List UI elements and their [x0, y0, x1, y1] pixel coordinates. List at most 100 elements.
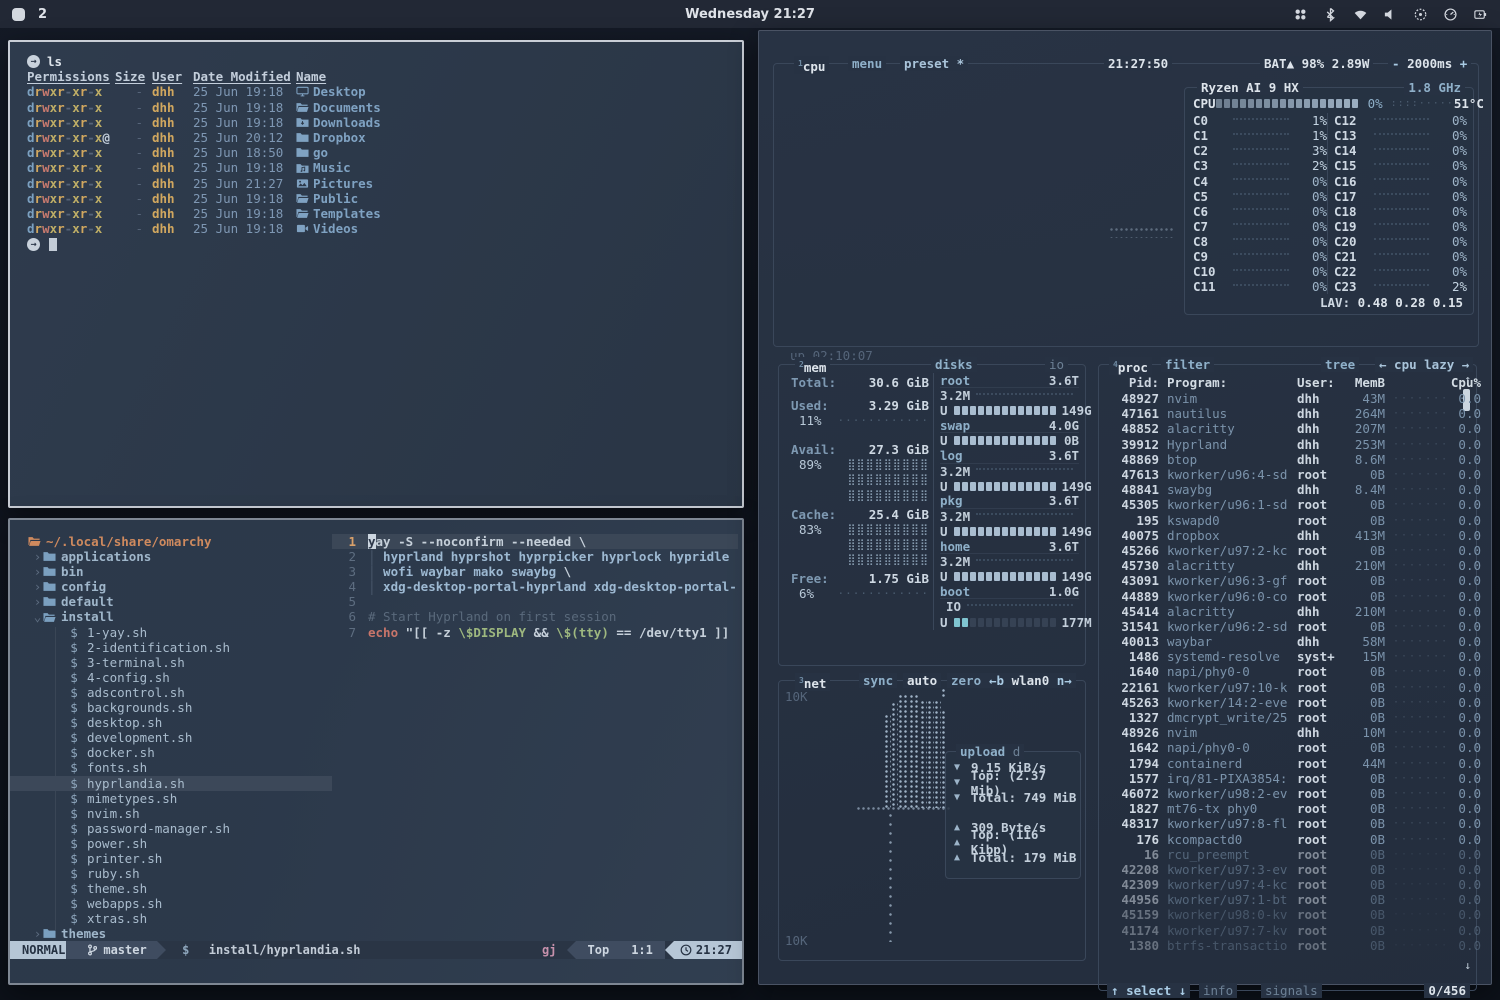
- filter-button[interactable]: filter: [1161, 357, 1214, 372]
- prev-interface-button[interactable]: ←b: [989, 673, 1004, 688]
- app-menu-icon[interactable]: [12, 8, 25, 21]
- preset-button[interactable]: preset *: [900, 56, 968, 71]
- proc-row[interactable]: 45266kworker/u97:2-kcroot0B········0.0: [1107, 543, 1452, 558]
- tree-item-fonts-sh[interactable]: $fonts.sh: [10, 760, 332, 775]
- menu-button[interactable]: menu: [848, 56, 886, 71]
- sort-selector[interactable]: ← cpu lazy →: [1375, 357, 1473, 372]
- proc-row[interactable]: 43091kworker/u96:3-gfroot0B········0.0: [1107, 573, 1452, 588]
- proc-row[interactable]: 48317kworker/u97:8-flroot0B········0.0: [1107, 816, 1452, 831]
- disks-title[interactable]: disks: [931, 357, 977, 372]
- battery-icon[interactable]: [1473, 7, 1488, 22]
- interval-minus-button[interactable]: -: [1392, 56, 1400, 71]
- proc-footer-select[interactable]: ↑ select ↓: [1107, 983, 1190, 998]
- editor-buffer[interactable]: 1yay -S --noconfirm --needed \2│ hyprlan…: [332, 534, 738, 640]
- proc-row[interactable]: 48852alacrittydhh207M········0.0: [1107, 421, 1452, 436]
- tree-item-xtras-sh[interactable]: $xtras.sh: [10, 911, 332, 926]
- net-auto-tab[interactable]: auto: [903, 673, 941, 688]
- scroll-down-arrow[interactable]: ↓: [1464, 959, 1471, 972]
- proc-row[interactable]: 48927nvimdhh43M········0.0: [1107, 391, 1452, 406]
- proc-row[interactable]: 47161nautilusdhh264M········0.0: [1107, 406, 1452, 421]
- proc-row[interactable]: 48841swaybgdhh8.4M········0.0: [1107, 482, 1452, 497]
- tree-item-hyprlandia-sh[interactable]: $hyprlandia.sh: [10, 776, 332, 791]
- tree-item-bin[interactable]: ›bin: [10, 564, 332, 579]
- proc-row[interactable]: 16rcu_preemptroot0B········0.0: [1107, 847, 1452, 862]
- wifi-icon[interactable]: [1353, 7, 1368, 22]
- net-sync-tab[interactable]: sync: [859, 673, 897, 688]
- disks-io-tab[interactable]: io: [1045, 357, 1068, 372]
- tree-item-themes[interactable]: ›themes: [10, 926, 332, 941]
- proc-row[interactable]: 46072kworker/u98:2-evroot0B········0.0: [1107, 786, 1452, 801]
- tree-item-development-sh[interactable]: $development.sh: [10, 730, 332, 745]
- volume-icon[interactable]: [1383, 7, 1398, 22]
- tree-item-backgrounds-sh[interactable]: $backgrounds.sh: [10, 700, 332, 715]
- proc-row[interactable]: 42208kworker/u97:3-evroot0B········0.0: [1107, 862, 1452, 877]
- proc-row[interactable]: 45730alacrittydhh210M········0.0: [1107, 558, 1452, 573]
- proc-footer-info[interactable]: info: [1199, 983, 1237, 998]
- tree-item-theme-sh[interactable]: $theme.sh: [10, 881, 332, 896]
- btop-window[interactable]: 1cpu menu preset * 21:27:50 BAT▲ 98% 2.8…: [758, 30, 1492, 985]
- proc-box-title[interactable]: 4proc: [1109, 357, 1152, 375]
- tree-item-applications[interactable]: ›applications: [10, 549, 332, 564]
- mem-box-title[interactable]: 2mem: [795, 357, 830, 375]
- proc-row[interactable]: 1327dmcrypt_write/25root0B········0.0: [1107, 710, 1452, 725]
- proc-row[interactable]: 1794containerdroot44M········0.0: [1107, 756, 1452, 771]
- updates-icon[interactable]: [1293, 7, 1308, 22]
- proc-row[interactable]: 45414alacrittydhh210M········0.0: [1107, 604, 1452, 619]
- tree-item-webapps-sh[interactable]: $webapps.sh: [10, 896, 332, 911]
- tree-item-1-yay-sh[interactable]: $1-yay.sh: [10, 625, 332, 640]
- tree-item-mimetypes-sh[interactable]: $mimetypes.sh: [10, 791, 332, 806]
- bluetooth-icon[interactable]: [1323, 7, 1338, 22]
- tree-item-desktop-sh[interactable]: $desktop.sh: [10, 715, 332, 730]
- proc-row[interactable]: 44956kworker/u97:1-btroot0B········0.0: [1107, 892, 1452, 907]
- proc-row[interactable]: 47613kworker/u96:4-sdroot0B········0.0: [1107, 467, 1452, 482]
- interval-plus-button[interactable]: +: [1460, 56, 1468, 71]
- proc-row[interactable]: 42309kworker/u97:4-kcroot0B········0.0: [1107, 877, 1452, 892]
- cpu-box-title[interactable]: 1cpu: [794, 56, 829, 74]
- proc-row[interactable]: 1642napi/phy0-0root0B········0.0: [1107, 740, 1452, 755]
- proc-row[interactable]: 22161kworker/u97:10-kroot0B········0.0: [1107, 680, 1452, 695]
- proc-row[interactable]: 195kswapd0root0B········0.0: [1107, 513, 1452, 528]
- tree-item--local-share-omarchy[interactable]: ~/.local/share/omarchy: [10, 534, 332, 549]
- next-interface-button[interactable]: n→: [1057, 673, 1072, 688]
- proc-row[interactable]: 48869btopdhh8.6M········0.0: [1107, 452, 1452, 467]
- prompt-line[interactable]: →: [27, 236, 728, 251]
- tree-item-printer-sh[interactable]: $printer.sh: [10, 851, 332, 866]
- tree-tab[interactable]: tree: [1321, 357, 1359, 372]
- proc-row[interactable]: 40013waybardhh58M········0.0: [1107, 634, 1452, 649]
- proc-row[interactable]: 45159kworker/u98:0-kvroot0B········0.0: [1107, 907, 1452, 922]
- proc-row[interactable]: 31541kworker/u96:2-sdroot0B········0.0: [1107, 619, 1452, 634]
- tree-item-default[interactable]: ›default: [10, 594, 332, 609]
- proc-row[interactable]: 176kcompactd0root0B········0.0: [1107, 831, 1452, 846]
- net-zero-tab[interactable]: zero: [947, 673, 985, 688]
- proc-row[interactable]: 40075dropboxdhh413M········0.0: [1107, 528, 1452, 543]
- tree-item-ruby-sh[interactable]: $ruby.sh: [10, 866, 332, 881]
- tree-item-4-config-sh[interactable]: $4-config.sh: [10, 670, 332, 685]
- proc-row[interactable]: 45263kworker/14:2-everoot0B········0.0: [1107, 695, 1452, 710]
- proc-row[interactable]: 41174kworker/u97:7-kvroot0B········0.0: [1107, 923, 1452, 938]
- proc-row[interactable]: 48926nvimdhh10M········0.0: [1107, 725, 1452, 740]
- proc-footer-signals[interactable]: signals: [1261, 983, 1322, 998]
- proc-row[interactable]: 45305kworker/u96:1-sdroot0B········0.0: [1107, 497, 1452, 512]
- tree-item-install[interactable]: ⌄install: [10, 609, 332, 624]
- proc-row[interactable]: 1827mt76-tx phy0root0B········0.0: [1107, 801, 1452, 816]
- tree-item-3-terminal-sh[interactable]: $3-terminal.sh: [10, 655, 332, 670]
- tree-item-adscontrol-sh[interactable]: $adscontrol.sh: [10, 685, 332, 700]
- tree-item-docker-sh[interactable]: $docker.sh: [10, 745, 332, 760]
- proc-row[interactable]: 1640napi/phy0-0root0B········0.0: [1107, 664, 1452, 679]
- gauge-icon[interactable]: [1443, 7, 1458, 22]
- proc-row[interactable]: 1380btrfs-transactioroot0B········0.0: [1107, 938, 1452, 953]
- tree-item-nvim-sh[interactable]: $nvim.sh: [10, 806, 332, 821]
- terminal-window[interactable]: → ls Permissions Size User Date Modified…: [8, 40, 744, 508]
- scroll-up-arrow[interactable]: ↑: [1464, 373, 1471, 386]
- proc-row[interactable]: 44889kworker/u96:0-coroot0B········0.0: [1107, 588, 1452, 603]
- workspace-indicator[interactable]: 2: [38, 7, 47, 22]
- tree-item-config[interactable]: ›config: [10, 579, 332, 594]
- tree-item-2-identification-sh[interactable]: $2-identification.sh: [10, 640, 332, 655]
- nvim-window[interactable]: ~/.local/share/omarchy›applications›bin›…: [8, 518, 744, 985]
- record-icon[interactable]: [1413, 7, 1428, 22]
- tree-item-power-sh[interactable]: $power.sh: [10, 836, 332, 851]
- proc-row[interactable]: 1577irq/81-PIXA3854:root0B········0.0: [1107, 771, 1452, 786]
- proc-row[interactable]: 1486systemd-resolvesyst+15M········0.0: [1107, 649, 1452, 664]
- proc-row[interactable]: 39912Hyprlanddhh253M········0.0: [1107, 437, 1452, 452]
- tree-item-password-manager-sh[interactable]: $password-manager.sh: [10, 821, 332, 836]
